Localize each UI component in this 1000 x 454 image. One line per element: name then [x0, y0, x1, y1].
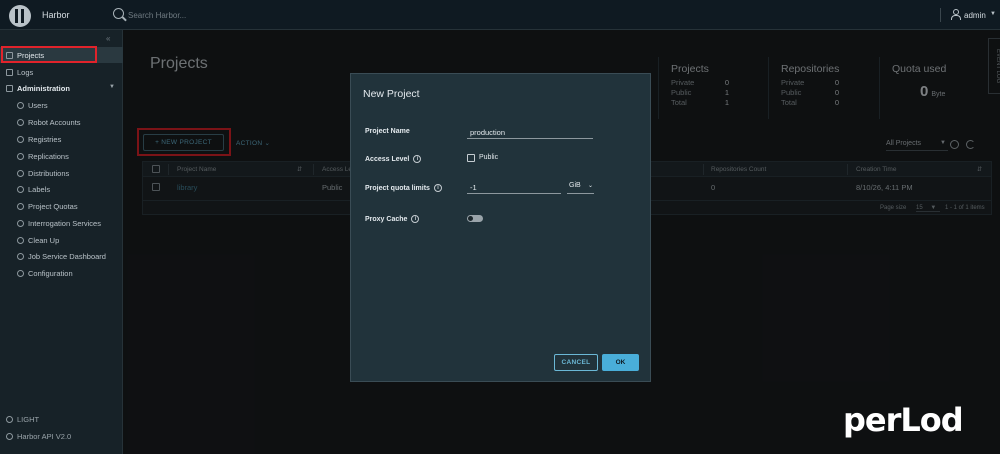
distributions-icon	[17, 169, 24, 177]
quota-unit-select[interactable]: GiB ⌄	[567, 181, 594, 194]
replications-icon	[17, 152, 24, 160]
quota-limit-input[interactable]	[467, 181, 561, 194]
proxy-cache-toggle[interactable]	[467, 215, 483, 222]
public-checkbox-label[interactable]: Public	[479, 154, 498, 161]
top-header: Harbor admin ▼	[0, 0, 1000, 30]
access-level-label: Access Level i	[365, 155, 422, 163]
sidebar-item-interrogation-services[interactable]: Interrogation Services	[0, 215, 123, 231]
harbor-logo-icon[interactable]	[9, 5, 31, 27]
sidebar: « Projects Logs Administration ▼ Users Ro…	[0, 30, 123, 454]
sidebar-item-administration[interactable]: Administration ▼	[0, 80, 123, 96]
chevron-down-icon: ⌄	[587, 183, 593, 189]
sidebar-item-project-quotas[interactable]: Project Quotas	[0, 198, 123, 214]
search-icon	[113, 8, 124, 19]
harbor-api-link[interactable]: Harbor API V2.0	[0, 432, 71, 441]
user-icon[interactable]	[950, 9, 961, 20]
project-name-label: Project Name	[365, 128, 410, 135]
api-icon	[6, 433, 13, 440]
sidebar-item-labels[interactable]: Labels	[0, 181, 123, 197]
dialog-title: New Project	[363, 88, 420, 100]
collapse-sidebar-icon[interactable]: «	[106, 34, 110, 43]
info-icon[interactable]: i	[433, 184, 442, 192]
highlight-box-projects	[1, 46, 97, 63]
watermark-logo: perLod	[843, 401, 964, 439]
clean-up-icon	[17, 236, 24, 244]
sidebar-item-configuration[interactable]: Configuration	[0, 265, 123, 281]
public-checkbox[interactable]	[467, 154, 475, 162]
labels-icon	[17, 185, 24, 193]
users-icon	[17, 101, 24, 109]
global-search-input[interactable]	[128, 7, 288, 23]
header-divider	[940, 8, 941, 22]
brand-name[interactable]: Harbor	[42, 10, 70, 20]
info-icon[interactable]: i	[413, 155, 422, 163]
sidebar-item-replications[interactable]: Replications	[0, 148, 123, 164]
quota-limits-label: Project quota limits i	[365, 184, 442, 192]
administration-icon	[6, 84, 13, 92]
sidebar-item-distributions[interactable]: Distributions	[0, 165, 123, 181]
sidebar-item-users[interactable]: Users	[0, 97, 123, 113]
sidebar-item-logs[interactable]: Logs	[0, 64, 123, 80]
new-project-dialog: New Project Project Name Access Leveli P…	[350, 73, 651, 382]
robot-icon	[17, 118, 24, 126]
proxy-cache-label: Proxy Cache i	[365, 215, 420, 223]
theme-toggle[interactable]: LIGHT	[0, 415, 39, 424]
sidebar-item-clean-up[interactable]: Clean Up	[0, 232, 123, 248]
user-menu[interactable]: admin	[964, 11, 986, 20]
sidebar-item-robot-accounts[interactable]: Robot Accounts	[0, 114, 123, 130]
sidebar-item-registries[interactable]: Registries	[0, 131, 123, 147]
dashboard-icon	[17, 252, 24, 260]
info-icon[interactable]: i	[411, 215, 420, 223]
chevron-down-icon[interactable]: ▼	[990, 11, 996, 17]
quotas-icon	[17, 202, 24, 210]
registries-icon	[17, 135, 24, 143]
sun-icon	[6, 416, 13, 423]
configuration-icon	[17, 269, 24, 277]
cancel-button[interactable]: CANCEL	[554, 354, 598, 371]
chevron-down-icon: ▼	[109, 84, 115, 90]
interrogation-icon	[17, 219, 24, 227]
ok-button[interactable]: OK	[602, 354, 639, 371]
sidebar-item-job-service-dashboard[interactable]: Job Service Dashboard	[0, 248, 123, 264]
logs-icon	[6, 68, 13, 76]
project-name-input[interactable]	[467, 126, 593, 139]
